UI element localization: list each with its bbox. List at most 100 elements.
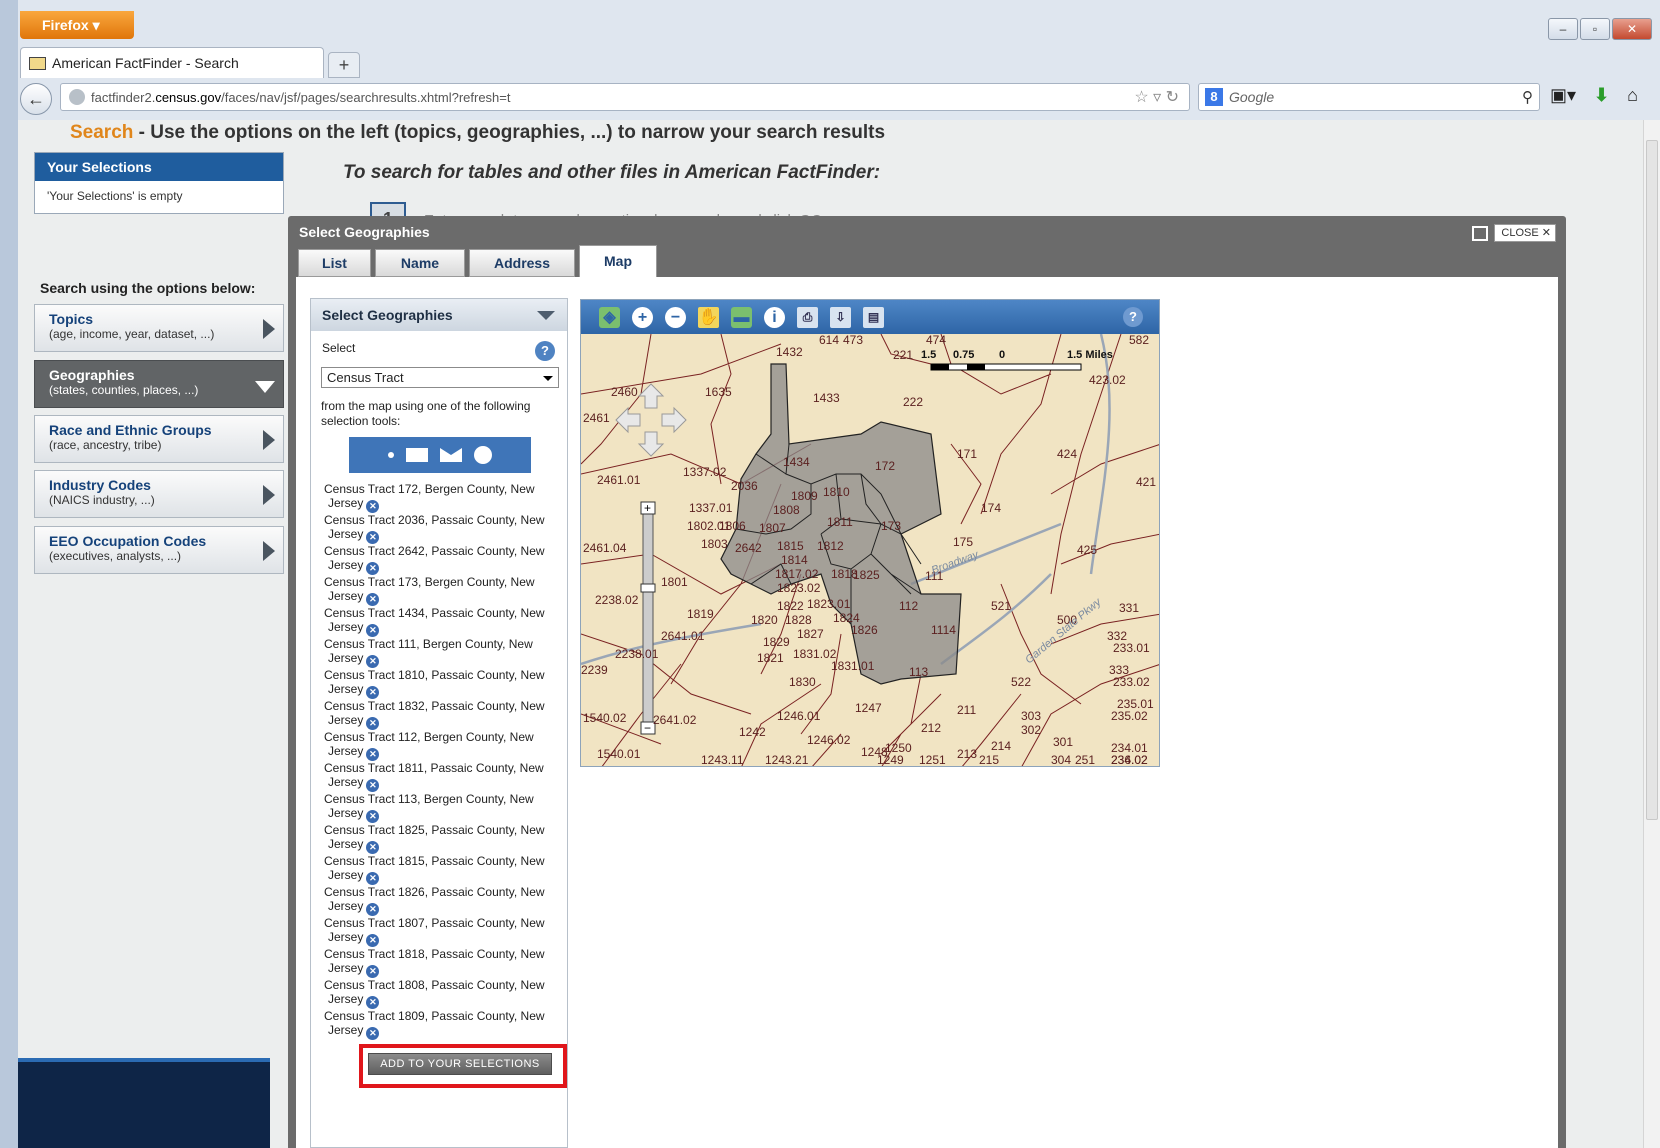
tract-label: 425: [1077, 543, 1097, 557]
selected-geography-state: Jersey: [328, 620, 364, 634]
remove-geography-icon[interactable]: ✕: [366, 748, 380, 761]
full-extent-icon[interactable]: ◈: [599, 306, 620, 328]
selected-geography-label: Census Tract 2642, Passaic County, New: [324, 544, 545, 558]
add-to-selections-button[interactable]: ADD TO YOUR SELECTIONS: [368, 1053, 552, 1075]
favicon-icon: [29, 56, 46, 70]
remove-geography-icon[interactable]: ✕: [366, 686, 380, 699]
selected-geography-item: Census Tract 1808, Passaic County, New Je…: [324, 978, 562, 1009]
info-icon[interactable]: i: [764, 306, 785, 328]
map-help-icon[interactable]: ?: [1123, 307, 1143, 327]
download-icon[interactable]: ⬇: [1594, 85, 1609, 106]
remove-geography-icon[interactable]: ✕: [366, 500, 380, 513]
selected-geography-item: Census Tract 1810, Passaic County, New Je…: [324, 668, 562, 699]
tab-address[interactable]: Address: [469, 249, 575, 277]
tab-list[interactable]: List: [298, 249, 371, 277]
bookmark-star-icon[interactable]: ☆ ▿ ↻: [1134, 87, 1179, 107]
tract-label: 1433: [813, 391, 840, 405]
tract-label: 1807: [759, 521, 786, 535]
minimize-icon[interactable]: –: [1548, 18, 1578, 40]
selection-tools-hint: from the map using one of the following …: [321, 399, 531, 428]
selected-geography-label: Census Tract 111, Bergen County, New: [324, 637, 533, 651]
remove-geography-icon[interactable]: ✕: [366, 810, 380, 823]
panel-header[interactable]: Select Geographies: [311, 299, 567, 331]
remove-geography-icon[interactable]: ✕: [366, 841, 380, 854]
remove-geography-icon[interactable]: ✕: [366, 872, 380, 885]
bookmarks-icon[interactable]: ▣▾: [1550, 85, 1576, 106]
tract-label: 1826: [851, 623, 878, 637]
selected-geography-item: Census Tract 2642, Passaic County, New Je…: [324, 544, 562, 575]
scrollbar-thumb[interactable]: [1646, 140, 1658, 820]
svg-text:−: −: [644, 721, 651, 735]
option-geographies[interactable]: Geographies (states, counties, places, .…: [34, 360, 284, 408]
add-button-highlight: ADD TO YOUR SELECTIONS: [359, 1044, 567, 1088]
scale-label: 1.5: [921, 349, 936, 361]
remove-geography-icon[interactable]: ✕: [366, 934, 380, 947]
remove-geography-icon[interactable]: ✕: [366, 717, 380, 730]
tract-label: 173: [881, 519, 901, 533]
remove-geography-icon[interactable]: ✕: [366, 531, 380, 544]
home-icon[interactable]: ⌂: [1627, 85, 1638, 106]
point-select-icon[interactable]: [388, 452, 394, 458]
page-scrollbar[interactable]: [1643, 120, 1660, 1148]
option-topics[interactable]: Topics (age, income, year, dataset, ...): [34, 304, 284, 352]
selected-geography-item: Census Tract 2036, Passaic County, New Je…: [324, 513, 562, 544]
zoom-in-icon[interactable]: +: [632, 306, 653, 328]
back-arrow-icon[interactable]: ←: [20, 83, 52, 115]
tract-label: 423.02: [1089, 373, 1126, 387]
option-industry-codes[interactable]: Industry Codes (NAICS industry, ...): [34, 470, 284, 518]
option-subtitle: (race, ancestry, tribe): [49, 438, 162, 452]
selected-geography-state: Jersey: [328, 775, 364, 789]
tract-label: 1822: [777, 599, 804, 613]
tract-label: 1815: [777, 539, 804, 553]
legend-icon[interactable]: ▤: [863, 306, 884, 328]
zoom-out-icon[interactable]: −: [665, 306, 686, 328]
tract-label: 421: [1136, 475, 1156, 489]
remove-geography-icon[interactable]: ✕: [366, 996, 380, 1009]
tab-name[interactable]: Name: [375, 249, 465, 277]
new-tab-button[interactable]: +: [328, 52, 360, 78]
option-eeo-codes[interactable]: EEO Occupation Codes (executives, analys…: [34, 526, 284, 574]
remove-geography-icon[interactable]: ✕: [366, 562, 380, 575]
close-dialog-button[interactable]: CLOSE ✕: [1494, 224, 1556, 242]
tract-label: 1817.02: [775, 567, 819, 581]
url-bar[interactable]: factfinder2. census.gov/faces/nav/jsf/pag…: [60, 83, 1190, 111]
remove-geography-icon[interactable]: ✕: [366, 624, 380, 637]
remove-geography-icon[interactable]: ✕: [366, 593, 380, 606]
map-viewer[interactable]: ◈ + − ✋ ▬ i ⎙ ⇩ ▤ ? + − 614 473 1432 221…: [580, 299, 1160, 767]
dialog-title: Select Geographies: [299, 224, 430, 240]
search-icon[interactable]: ⚲: [1522, 88, 1533, 106]
minimize-dialog-icon[interactable]: [1472, 225, 1489, 241]
selected-geography-state: Jersey: [328, 744, 364, 758]
tract-label: 1810: [823, 485, 850, 499]
option-race-ethnic[interactable]: Race and Ethnic Groups (race, ancestry, …: [34, 415, 284, 463]
remove-geography-icon[interactable]: ✕: [366, 903, 380, 916]
geography-type-select[interactable]: Census Tract: [321, 367, 559, 388]
close-window-icon[interactable]: ✕: [1612, 18, 1652, 40]
firefox-menu-button[interactable]: Firefox ▾: [20, 11, 134, 39]
remove-geography-icon[interactable]: ✕: [366, 965, 380, 978]
export-icon[interactable]: ⇩: [830, 306, 851, 328]
selected-geography-state: Jersey: [328, 930, 364, 944]
help-icon[interactable]: ?: [535, 341, 555, 361]
url-path: /faces/nav/jsf/pages/searchresults.xhtml…: [221, 89, 511, 105]
chevron-right-icon: [263, 485, 275, 505]
tract-label: 301: [1053, 735, 1073, 749]
search-bar[interactable]: 8 Google ⚲: [1198, 83, 1540, 111]
map-canvas[interactable]: + − 614 473 1432 221 474 582 423.02 2460 1635 143…: [581, 334, 1160, 767]
maximize-icon[interactable]: ▫: [1580, 18, 1610, 40]
us-extent-icon[interactable]: ▬: [731, 306, 752, 328]
tract-label: 1246.01: [777, 709, 821, 723]
remove-geography-icon[interactable]: ✕: [366, 655, 380, 668]
tab-map[interactable]: Map: [579, 245, 657, 277]
browser-tab[interactable]: American FactFinder - Search: [20, 47, 324, 78]
rectangle-select-icon[interactable]: [406, 448, 428, 462]
pan-hand-icon[interactable]: ✋: [698, 306, 719, 328]
tract-label: 473: [843, 334, 863, 347]
print-icon[interactable]: ⎙: [797, 306, 818, 328]
circle-select-icon[interactable]: [474, 446, 492, 464]
selected-geography-item: Census Tract 1832, Passaic County, New Je…: [324, 699, 562, 730]
tract-label: 582: [1129, 334, 1149, 347]
remove-geography-icon[interactable]: ✕: [366, 1027, 380, 1040]
remove-geography-icon[interactable]: ✕: [366, 779, 380, 792]
polygon-select-icon[interactable]: [440, 448, 462, 462]
